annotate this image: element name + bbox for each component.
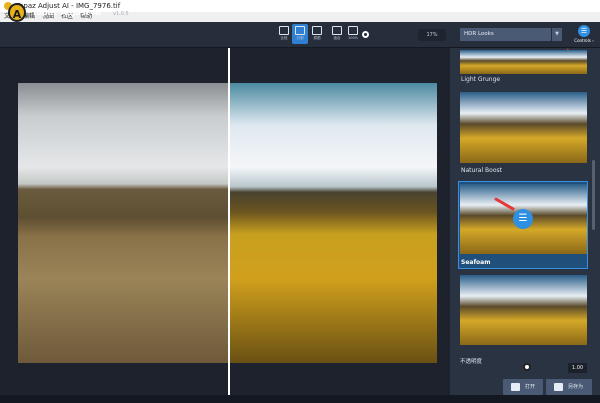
app-version: v1.0.5 <box>113 11 129 17</box>
zoom-level[interactable]: 17% <box>418 29 446 41</box>
controls-label: Controls › <box>574 38 594 43</box>
split-button[interactable]: 分割 <box>292 24 308 44</box>
preset-category-dropdown[interactable]: HDR Looks <box>460 28 551 41</box>
preset-label: Seafoam <box>461 259 491 266</box>
status-bar <box>0 395 600 403</box>
split-icon <box>295 26 305 35</box>
fit-button[interactable]: 适合 <box>329 24 345 44</box>
actual-size-button[interactable]: 100% <box>345 24 361 44</box>
preset-thumbnail-natural-boost[interactable] <box>460 92 587 163</box>
compare-button[interactable]: 比较 <box>276 24 292 44</box>
compare-label: 比较 <box>280 36 288 40</box>
save-as-label: 另存为 <box>568 384 584 390</box>
preset-thumbnail[interactable] <box>460 275 587 345</box>
original-image-icon <box>312 26 322 35</box>
save-as-button[interactable]: 另存为 <box>546 379 592 395</box>
open-label: 打开 <box>525 384 536 390</box>
original-button[interactable]: 原图 <box>309 24 325 44</box>
split-divider-handle[interactable] <box>228 48 230 395</box>
opacity-label: 不透明度 <box>460 359 483 365</box>
preset-thumbnail-light-grunge[interactable] <box>460 50 587 74</box>
preset-label: Light Grunge <box>461 76 501 83</box>
opacity-slider[interactable] <box>523 363 531 371</box>
sliders-icon: ☰ <box>578 25 590 37</box>
compare-icon <box>279 26 289 35</box>
split-label: 分割 <box>296 36 304 40</box>
controls-button[interactable]: ☰ Controls › <box>570 25 598 47</box>
fit-label: 适合 <box>333 36 341 40</box>
folder-icon <box>511 383 520 391</box>
original-label: 原图 <box>313 36 321 40</box>
processed-image <box>230 83 437 363</box>
open-button[interactable]: 打开 <box>503 379 543 395</box>
save-icon <box>554 383 563 391</box>
opacity-value[interactable]: 1.00 <box>568 363 587 373</box>
app-name: Topaz Adjust AI <box>32 8 102 17</box>
actual-size-icon <box>348 26 358 35</box>
preview-toggle-icon[interactable] <box>362 31 369 38</box>
presets-scrollbar[interactable] <box>592 160 595 230</box>
preset-settings-icon[interactable]: ☰ <box>513 209 533 229</box>
original-image <box>18 83 230 363</box>
preset-label: Natural Boost <box>461 167 502 174</box>
chevron-down-icon[interactable]: ▼ <box>552 28 562 41</box>
topaz-logo: A <box>8 3 26 22</box>
actual-size-label: 100% <box>347 36 358 40</box>
fit-icon <box>332 26 342 35</box>
